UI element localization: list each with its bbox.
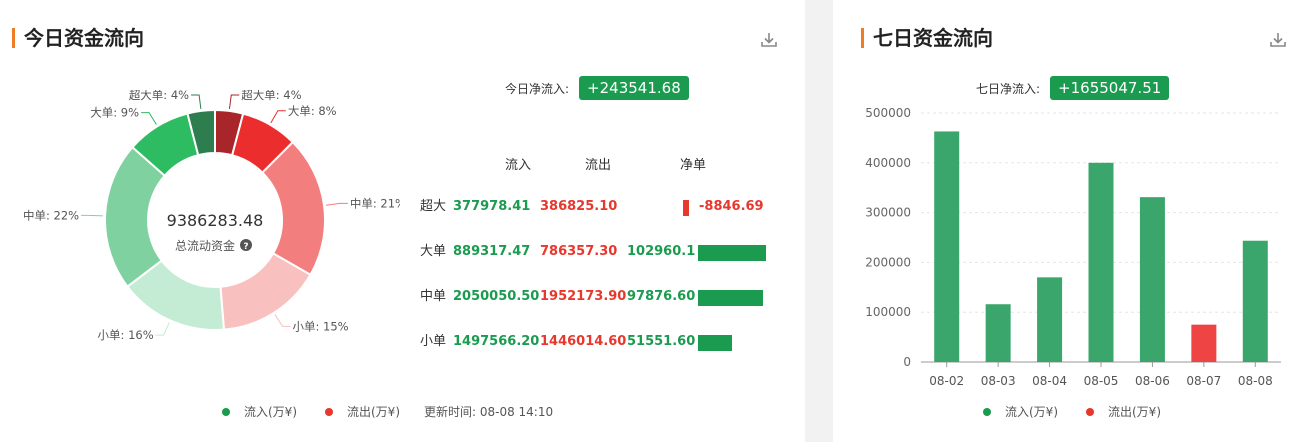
donut-label-line (274, 314, 291, 327)
row-inflow: 1497566.20 (453, 334, 540, 349)
week-title: 七日资金流向 (861, 26, 993, 50)
x-tick-label: 08-03 (981, 374, 1016, 388)
row-inflow: 2050050.50 (453, 289, 540, 304)
row-outflow: 1446014.60 (540, 334, 627, 349)
today-flow-panel: 今日资金流向 今日净流入: +243541.68 超大单: 4% 大单: 8% 中单… (0, 0, 805, 442)
row-outflow: 1952173.90 (540, 289, 627, 304)
bar[interactable] (1088, 162, 1114, 362)
today-title: 今日资金流向 (12, 26, 144, 50)
x-tick-label: 08-02 (929, 374, 964, 388)
donut-label-line (155, 322, 170, 336)
legend-out-label: 流出(万¥) (347, 405, 400, 419)
y-tick-label: 0 (903, 355, 911, 369)
donut-label-line (325, 202, 348, 206)
svg-text:?: ? (243, 242, 248, 252)
donut-label-line (270, 110, 286, 124)
donut-label-line (141, 112, 157, 125)
legend-out-marker (325, 407, 333, 416)
donut-label-line (228, 94, 240, 110)
y-tick-label: 500000 (865, 106, 911, 120)
net-bar (698, 335, 733, 351)
donut-center-label: 总流动资金 (175, 238, 235, 253)
legend-in-label: 流入(万¥) (1005, 405, 1058, 419)
bar[interactable] (985, 304, 1011, 362)
row-net: 97876.60 (627, 289, 696, 304)
net-bar (683, 200, 689, 216)
net-bar (698, 245, 766, 261)
y-tick-label: 300000 (865, 206, 911, 220)
donut-slice-label: 中单: 21% (350, 196, 400, 210)
bar[interactable] (1037, 277, 1063, 362)
donut-slice-label: 超大单: 4% (241, 90, 301, 102)
week-legend: 流入(万¥) 流出(万¥) (983, 403, 1161, 420)
donut-slice-label: 小单: 15% (293, 319, 349, 333)
week-bar-chart: 0 100000 200000 300000 400000 500000 08-02 08-0… (865, 106, 1281, 388)
today-net-inflow: 今日净流入: +243541.68 (505, 76, 689, 100)
row-net: 51551.60 (627, 334, 696, 349)
row-net: 102960.1 (627, 244, 696, 259)
legend-in-label: 流入(万¥) (244, 405, 297, 419)
today-net-label: 今日净流入: (505, 81, 570, 96)
header-out: 流出 (585, 158, 612, 173)
legend-out-label: 流出(万¥) (1108, 405, 1161, 419)
row-inflow: 889317.47 (453, 244, 531, 259)
net-bar (698, 290, 763, 306)
week-net-inflow: 七日净流入: +1655047.51 (976, 76, 1170, 100)
x-tick-label: 08-04 (1032, 374, 1067, 388)
update-time: 更新时间: 08-08 14:10 (424, 405, 554, 419)
header-in: 流入 (505, 158, 532, 173)
donut-slice-label: 大单: 9% (90, 106, 139, 120)
x-tick-label: 08-07 (1186, 374, 1221, 388)
week-net-label: 七日净流入: (976, 81, 1041, 96)
y-tick-label: 200000 (865, 255, 911, 269)
header-net: 净单 (680, 158, 707, 173)
bar[interactable] (1191, 324, 1217, 362)
donut-center-value: 9386283.48 (167, 211, 264, 230)
donut-slice-label: 小单: 16% (98, 328, 154, 342)
week-flow-panel: 七日资金流向 七日净流入: +1655047.51 0 100000 200000 3… (833, 0, 1305, 442)
week-net-value: +1655047.51 (1050, 76, 1170, 100)
row-outflow: 386825.10 (540, 199, 618, 214)
legend-in-marker (983, 407, 991, 416)
row-net: -8846.69 (699, 199, 764, 214)
today-legend: 流入(万¥) 流出(万¥) 更新时间: 08-08 14:10 (222, 403, 553, 420)
legend-in-marker (222, 407, 230, 416)
donut-slice-label: 中单: 22% (23, 208, 79, 222)
row-label: 小单 (420, 334, 447, 349)
donut-slice-label: 大单: 8% (288, 104, 337, 118)
x-tick-label: 08-05 (1084, 374, 1119, 388)
row-label: 大单 (420, 244, 447, 259)
x-tick-label: 08-06 (1135, 374, 1170, 388)
bar[interactable] (1242, 240, 1268, 362)
today-net-value: +243541.68 (579, 76, 689, 100)
donut-label-line (191, 94, 202, 109)
download-icon[interactable] (759, 30, 779, 50)
x-tick-label: 08-08 (1238, 374, 1273, 388)
help-icon[interactable]: ? (240, 239, 252, 252)
row-inflow: 377978.41 (453, 199, 531, 214)
donut-label-line (81, 214, 104, 217)
today-donut-chart: 超大单: 4% 大单: 8% 中单: 21% 小单: 15% 小单: 16% 中单: 22… (23, 90, 400, 342)
legend-out-marker (1086, 407, 1094, 416)
donut-slice-label: 超大单: 4% (129, 90, 189, 102)
row-label: 超大 (420, 199, 447, 214)
row-outflow: 786357.30 (540, 244, 618, 259)
bar[interactable] (934, 131, 960, 362)
y-tick-label: 400000 (865, 156, 911, 170)
download-icon[interactable] (1268, 30, 1288, 50)
bar[interactable] (1139, 197, 1165, 362)
row-label: 中单 (420, 289, 447, 304)
y-tick-label: 100000 (865, 305, 911, 319)
